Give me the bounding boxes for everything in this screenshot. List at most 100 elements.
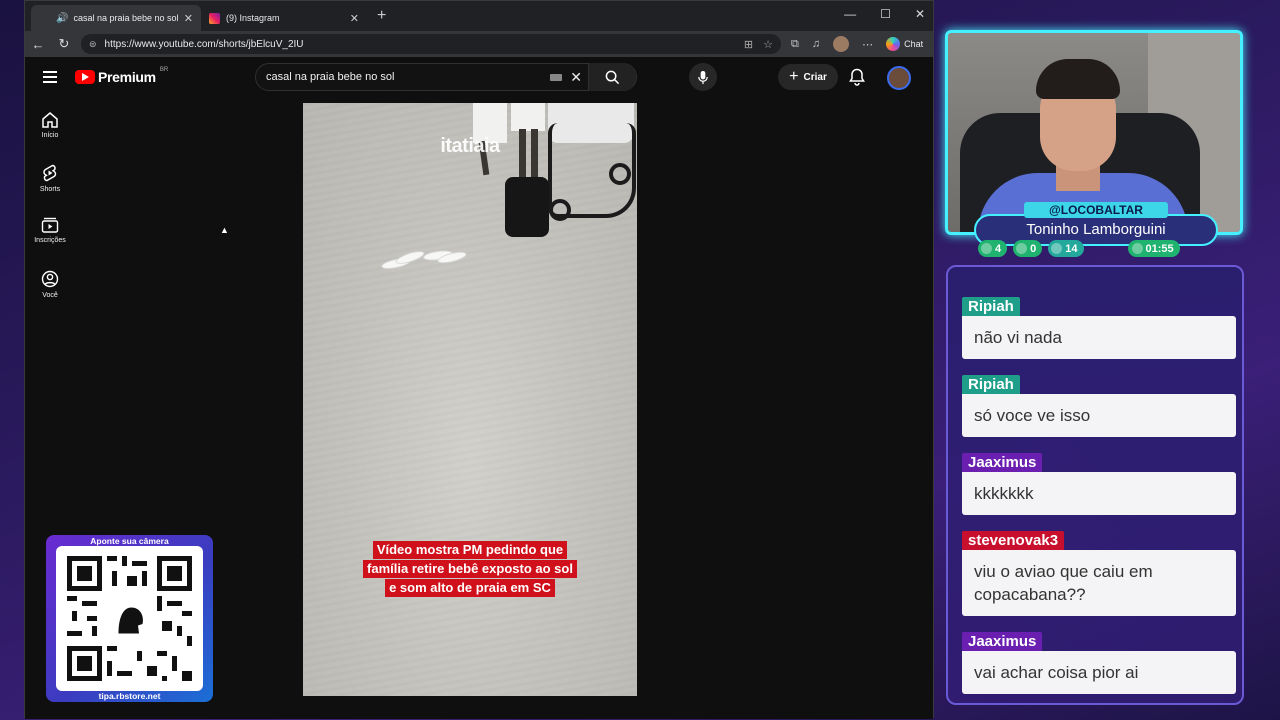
create-label: Criar — [803, 71, 827, 83]
person-figure — [511, 103, 545, 131]
tab-title: casal na praia bebe no sol - Yo — [73, 13, 179, 23]
chat-message: Ripiah só voce ve isso — [962, 375, 1236, 437]
sidebar-item-label: Inscrições — [34, 237, 66, 244]
sidebar-item-home[interactable]: Início — [25, 105, 75, 158]
youtube-sidebar: Início Shorts Inscrições Você — [25, 105, 75, 317]
chat-text: kkkkkkk — [962, 472, 1236, 515]
tab-bar: 🔊 casal na praia bebe no sol - Yo ✕ (9) … — [25, 1, 933, 82]
reload-icon[interactable]: ↻ — [51, 36, 77, 52]
caption-line: família retire bebê exposto ao sol — [363, 559, 577, 578]
chat-username: stevenovak3 — [962, 531, 1065, 550]
channel-watermark: itatiaia — [440, 135, 500, 157]
sidebar-item-shorts[interactable]: Shorts — [25, 158, 75, 211]
instagram-favicon-icon — [209, 12, 220, 24]
chat-message: Jaaximus vai achar coisa pior ai — [962, 632, 1236, 694]
new-tab-button[interactable]: + — [377, 7, 386, 25]
youtube-header: Premium BR casal na praia bebe no sol ✕ … — [25, 59, 933, 97]
search-box[interactable]: casal na praia bebe no sol ✕ — [255, 63, 637, 91]
mouse-cursor-icon: ▲ — [220, 225, 229, 235]
tab-title: (9) Instagram — [226, 13, 280, 23]
video-caption: Vídeo mostra PM pedindo que família reti… — [303, 540, 637, 597]
clock-icon — [1131, 243, 1143, 254]
qr-code — [56, 546, 203, 691]
media-icon[interactable]: ♫ — [812, 38, 820, 50]
shorts-icon — [43, 164, 57, 182]
stat-twitch: 4 — [978, 240, 1008, 257]
create-button[interactable]: + Criar — [778, 64, 838, 90]
chat-message: Ripiah não vi nada — [962, 297, 1236, 359]
sidebar-item-label: Você — [42, 292, 58, 299]
tab-instagram[interactable]: (9) Instagram ✕ — [201, 5, 367, 31]
chat-text: viu o aviao que caiu em copacabana?? — [962, 550, 1236, 616]
live-chat-panel: Ripiah não vi nada Ripiah só voce ve iss… — [946, 265, 1244, 705]
chat-username: Ripiah — [962, 297, 1020, 316]
chat-username: Jaaximus — [962, 453, 1043, 472]
search-input[interactable]: casal na praia bebe no sol — [266, 71, 550, 83]
chat-label: Chat — [904, 39, 924, 49]
chat-username: Jaaximus — [962, 632, 1043, 651]
close-window-icon[interactable]: ✕ — [915, 7, 925, 21]
url-field[interactable]: ⊜ https://www.youtube.com/shorts/jbElcuV… — [81, 34, 781, 54]
more-icon[interactable]: ⋯ — [862, 38, 873, 51]
keyboard-icon[interactable] — [550, 73, 563, 81]
chat-message: Jaaximus kkkkkkk — [962, 453, 1236, 515]
bell-icon — [849, 68, 865, 86]
microphone-icon — [698, 70, 708, 84]
streamer-handle: @LOCOBALTAR — [1024, 202, 1168, 218]
favorite-star-icon[interactable]: ☆ — [763, 38, 773, 51]
voice-search-button[interactable] — [689, 63, 717, 91]
chat-text: não vi nada — [962, 316, 1236, 359]
search-icon — [605, 70, 620, 84]
minimize-icon[interactable]: — — [844, 7, 856, 21]
shorts-video-player[interactable]: itatiaia Vídeo mostra PM pedindo que fam… — [303, 103, 637, 696]
youtube-icon — [1016, 243, 1028, 254]
region-code: BR — [159, 67, 169, 73]
address-bar-row: ← ↻ ⊜ https://www.youtube.com/shorts/jbE… — [25, 31, 933, 57]
toolbar-icons: ⧉ ♫ ⋯ Chat — [791, 36, 923, 52]
notifications-button[interactable] — [849, 68, 865, 91]
sidebar-item-you[interactable]: Você — [25, 264, 75, 317]
chat-text: só voce ve isso — [962, 394, 1236, 437]
you-icon — [41, 270, 59, 288]
caption-line: Vídeo mostra PM pedindo que — [372, 540, 568, 559]
plus-icon: + — [789, 68, 799, 85]
back-icon[interactable]: ← — [25, 37, 51, 52]
menu-icon[interactable] — [43, 71, 57, 86]
chat-username: Ripiah — [962, 375, 1020, 394]
stat-youtube: 0 — [1013, 240, 1043, 257]
copilot-chat-button[interactable]: Chat — [886, 37, 923, 51]
twitch-icon — [981, 243, 992, 254]
youtube-play-icon — [75, 70, 95, 84]
tab-youtube[interactable]: 🔊 casal na praia bebe no sol - Yo ✕ — [31, 5, 201, 82]
clear-search-icon[interactable]: ✕ — [570, 69, 582, 86]
subscriptions-icon — [41, 217, 59, 233]
url-text: https://www.youtube.com/shorts/jbElcuV_2… — [104, 38, 304, 50]
home-icon — [42, 112, 58, 128]
qr-code-overlay: Aponte sua câmera tipa.rbstore.net — [46, 535, 213, 702]
close-tab-icon[interactable]: ✕ — [184, 12, 193, 25]
caption-line: e som alto de praia em SC — [385, 578, 555, 597]
close-tab-icon[interactable]: ✕ — [350, 12, 359, 25]
sidebar-item-subscriptions[interactable]: Inscrições — [25, 211, 75, 264]
chat-text: vai achar coisa pior ai — [962, 651, 1236, 694]
chat-message: stevenovak3 viu o aviao que caiu em copa… — [962, 531, 1236, 616]
qr-top-text: Aponte sua câmera — [90, 536, 169, 546]
youtube-logo[interactable]: Premium BR — [75, 67, 169, 85]
stat-kick: 14 — [1048, 240, 1084, 257]
profile-avatar[interactable] — [833, 36, 850, 52]
viewers-icon — [1051, 243, 1063, 254]
extensions-icon[interactable]: ⧉ — [791, 38, 799, 51]
copilot-icon — [886, 37, 901, 51]
speaker-icon[interactable]: 🔊 — [56, 13, 68, 24]
streamer-nameplate: Toninho Lamborguini @LOCOBALTAR 4 0 14 0… — [974, 202, 1218, 258]
qr-code-image — [67, 556, 192, 681]
maximize-icon[interactable]: ☐ — [880, 7, 891, 21]
backpack — [505, 177, 549, 237]
account-avatar[interactable] — [887, 66, 911, 90]
apps-icon[interactable]: ⊞ — [744, 38, 753, 51]
search-button[interactable] — [588, 63, 636, 91]
logo-text: Premium — [98, 69, 156, 85]
platform-stats: 4 0 14 01:55 — [978, 240, 1180, 257]
sidebar-item-label: Shorts — [39, 186, 61, 193]
site-info-icon[interactable]: ⊜ — [89, 39, 97, 50]
